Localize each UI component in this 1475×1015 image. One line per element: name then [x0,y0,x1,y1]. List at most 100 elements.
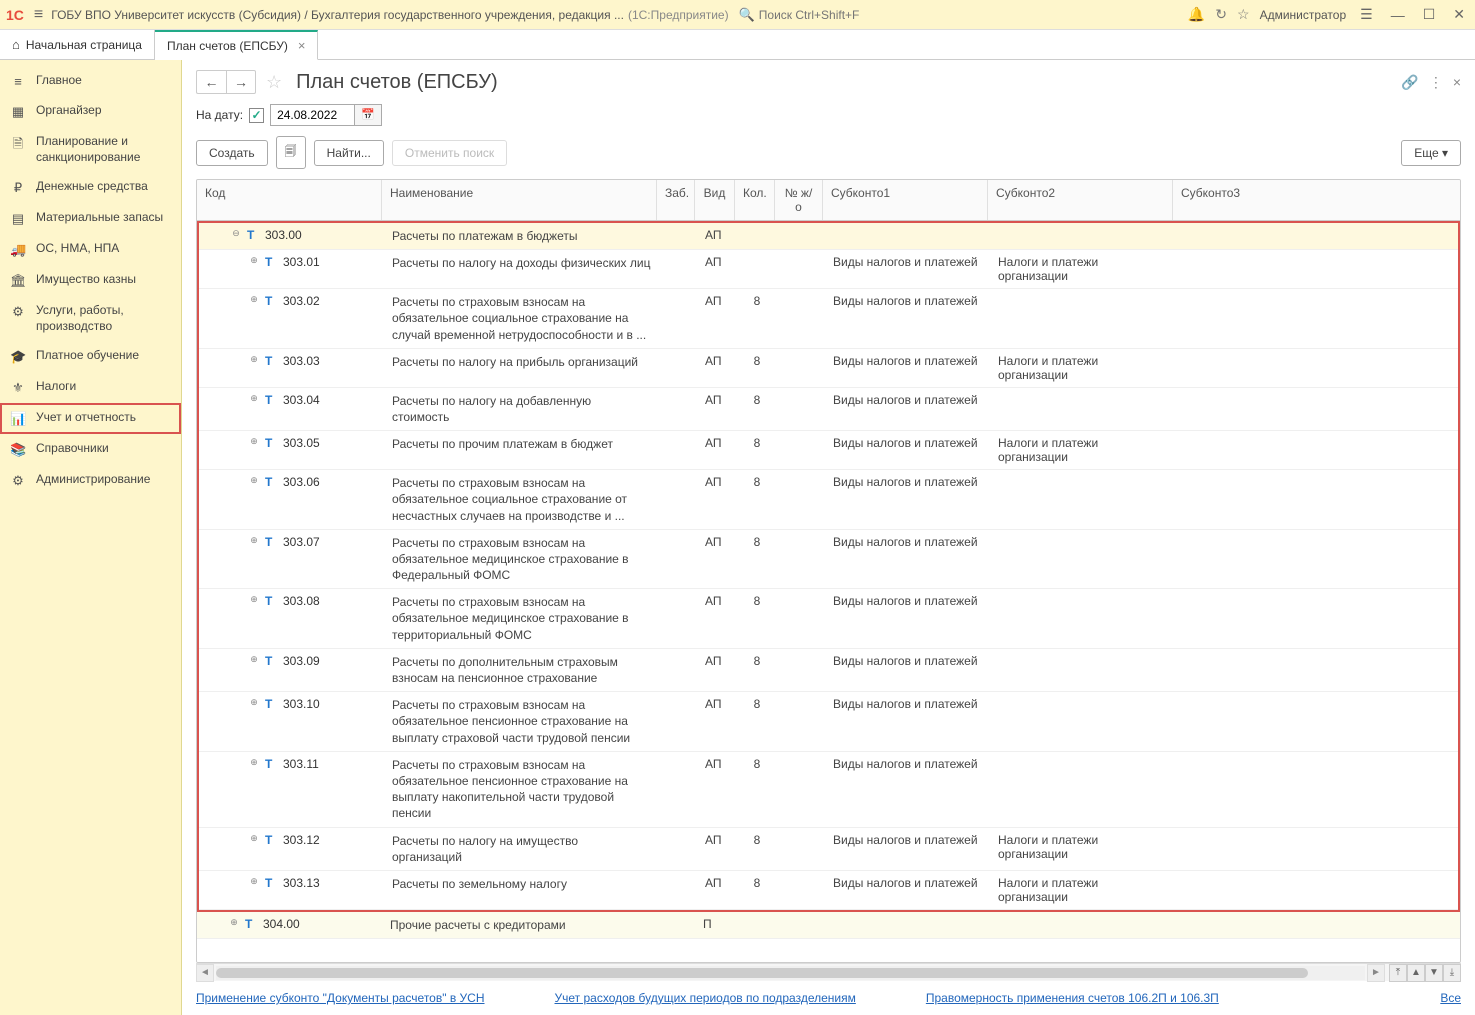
link-icon[interactable]: 🔗 [1401,74,1418,91]
sidebar-item[interactable]: ▤Материальные запасы [0,203,181,234]
expand-icon[interactable]: ⊕ [249,535,259,546]
main-header: ← → ☆ План счетов (ЕПСБУ) 🔗 ⋮ × [182,60,1475,100]
account-vid: АП [697,354,737,368]
search-input[interactable] [759,8,909,22]
account-type-icon: Т [265,833,277,847]
sidebar-item[interactable]: ⚙Услуги, работы, производство [0,296,181,341]
star-icon[interactable]: ☆ [1237,6,1250,23]
hscroll-right[interactable]: ► [1367,964,1385,982]
table-row[interactable]: ⊕Т303.08Расчеты по страховым взносам на … [199,589,1458,649]
expand-icon[interactable]: ⊕ [229,917,239,928]
account-kol: 8 [737,436,777,450]
th-name[interactable]: Наименование [382,180,657,220]
sidebar-item[interactable]: 🚚ОС, НМА, НПА [0,234,181,265]
expand-icon[interactable]: ⊕ [249,294,259,305]
history-icon[interactable]: ↻ [1215,6,1227,23]
account-code: 303.09 [283,654,320,668]
table-row[interactable]: ⊕Т303.13Расчеты по земельному налогуАП8В… [199,871,1458,910]
find-button[interactable]: Найти... [314,140,384,166]
date-checkbox[interactable]: ✓ [249,108,264,123]
date-picker-button[interactable]: 📅 [355,104,382,126]
footer-all-link[interactable]: Все [1440,991,1461,1005]
sidebar-item[interactable]: 📚Справочники [0,434,181,465]
th-kol[interactable]: Кол. [735,180,775,220]
maximize-icon[interactable]: ☐ [1419,6,1440,23]
th-vid[interactable]: Вид [695,180,735,220]
tab-home[interactable]: ⌂ Начальная страница [0,30,155,59]
th-njo[interactable]: № ж/о [775,180,823,220]
expand-icon[interactable]: ⊕ [249,654,259,665]
th-code[interactable]: Код [197,180,382,220]
sidebar-item[interactable]: ▦Органайзер [0,96,181,127]
expand-icon[interactable]: ⊕ [249,757,259,768]
expand-icon[interactable]: ⊕ [249,876,259,887]
expand-icon[interactable]: ⊕ [249,393,259,404]
table-row[interactable]: ⊕Т304.00Прочие расчеты с кредиторамиП [197,912,1460,939]
sidebar-item[interactable]: ≡Главное [0,66,181,96]
table-row[interactable]: ⊕Т303.04Расчеты по налогу на добавленную… [199,388,1458,431]
create-button[interactable]: Создать [196,140,268,166]
kebab-icon[interactable]: ⋮ [1429,74,1443,91]
main-content: ← → ☆ План счетов (ЕПСБУ) 🔗 ⋮ × На дату:… [182,60,1475,1015]
expand-icon[interactable]: ⊕ [249,436,259,447]
account-sub1: Виды налогов и платежей [825,876,990,890]
nav-forward-button[interactable]: → [226,70,256,94]
footer-link-1[interactable]: Применение субконто "Документы расчетов"… [196,991,485,1005]
settings-icon[interactable]: ☰ [1356,6,1377,23]
th-sub2[interactable]: Субконто2 [988,180,1173,220]
expand-icon[interactable]: ⊖ [231,228,241,239]
table-up-icon[interactable]: ▲ [1407,964,1425,982]
highlight-frame: ⊖Т303.00Расчеты по платежам в бюджетыАП⊕… [197,221,1460,912]
hscroll-left[interactable]: ◄ [196,964,214,982]
table-row[interactable]: ⊕Т303.06Расчеты по страховым взносам на … [199,470,1458,530]
sidebar-item[interactable]: ⚙Администрирование [0,465,181,496]
footer-link-2[interactable]: Учет расходов будущих периодов по подраз… [555,991,856,1005]
table-top-icon[interactable]: ⤒ [1389,964,1407,982]
sidebar-item[interactable]: ₽Денежные средства [0,172,181,203]
th-sub3[interactable]: Субконто3 [1173,180,1460,220]
minimize-icon[interactable]: — [1387,7,1409,23]
th-sub1[interactable]: Субконто1 [823,180,988,220]
header-right: 🔗 ⋮ × [1401,74,1461,91]
nav-back-button[interactable]: ← [196,70,226,94]
expand-icon[interactable]: ⊕ [249,354,259,365]
favorite-star-icon[interactable]: ☆ [266,72,282,93]
sidebar-item[interactable]: 🎓Платное обучение [0,341,181,372]
table-row[interactable]: ⊕Т303.12Расчеты по налогу на имущество о… [199,828,1458,871]
sidebar-item[interactable]: 📊Учет и отчетность [0,403,181,434]
table-row[interactable]: ⊕Т303.11Расчеты по страховым взносам на … [199,752,1458,828]
hscroll-track[interactable] [216,966,1365,980]
sidebar-item[interactable]: ⚜Налоги [0,372,181,403]
table-row[interactable]: ⊕Т303.03Расчеты по налогу на прибыль орг… [199,349,1458,388]
sidebar-item[interactable]: 🏛Имущество казны [0,265,181,296]
user-label[interactable]: Администратор [1260,8,1347,22]
expand-icon[interactable]: ⊕ [249,697,259,708]
footer-link-3[interactable]: Правомерность применения счетов 106.2П и… [926,991,1219,1005]
date-input[interactable] [270,104,355,126]
table-row[interactable]: ⊕Т303.10Расчеты по страховым взносам на … [199,692,1458,752]
table-bottom-icon[interactable]: ⤓ [1443,964,1461,982]
table-down-icon[interactable]: ▼ [1425,964,1443,982]
copy-button[interactable]: 🗐 [276,136,306,169]
more-button[interactable]: Еще ▾ [1401,140,1461,166]
sidebar-item[interactable]: 🗎Планирование и санкционирование [0,127,181,172]
table-row[interactable]: ⊕Т303.09Расчеты по дополнительным страхо… [199,649,1458,692]
tab-active[interactable]: План счетов (ЕПСБУ) × [155,30,319,60]
table-row[interactable]: ⊖Т303.00Расчеты по платежам в бюджетыАП [199,223,1458,250]
expand-icon[interactable]: ⊕ [249,475,259,486]
tab-close-icon[interactable]: × [298,38,306,53]
close-panel-icon[interactable]: × [1453,74,1461,90]
main-menu-icon[interactable]: ≡ [34,6,43,24]
table-row[interactable]: ⊕Т303.05Расчеты по прочим платежам в бюд… [199,431,1458,470]
hscroll-thumb[interactable] [216,968,1308,978]
table-row[interactable]: ⊕Т303.01Расчеты по налогу на доходы физи… [199,250,1458,289]
bell-icon[interactable]: 🔔 [1188,6,1205,23]
close-icon[interactable]: ✕ [1449,6,1469,23]
expand-icon[interactable]: ⊕ [249,833,259,844]
expand-icon[interactable]: ⊕ [249,255,259,266]
account-kol: 8 [737,833,777,847]
table-row[interactable]: ⊕Т303.02Расчеты по страховым взносам на … [199,289,1458,349]
th-zab[interactable]: Заб. [657,180,695,220]
table-row[interactable]: ⊕Т303.07Расчеты по страховым взносам на … [199,530,1458,590]
expand-icon[interactable]: ⊕ [249,594,259,605]
